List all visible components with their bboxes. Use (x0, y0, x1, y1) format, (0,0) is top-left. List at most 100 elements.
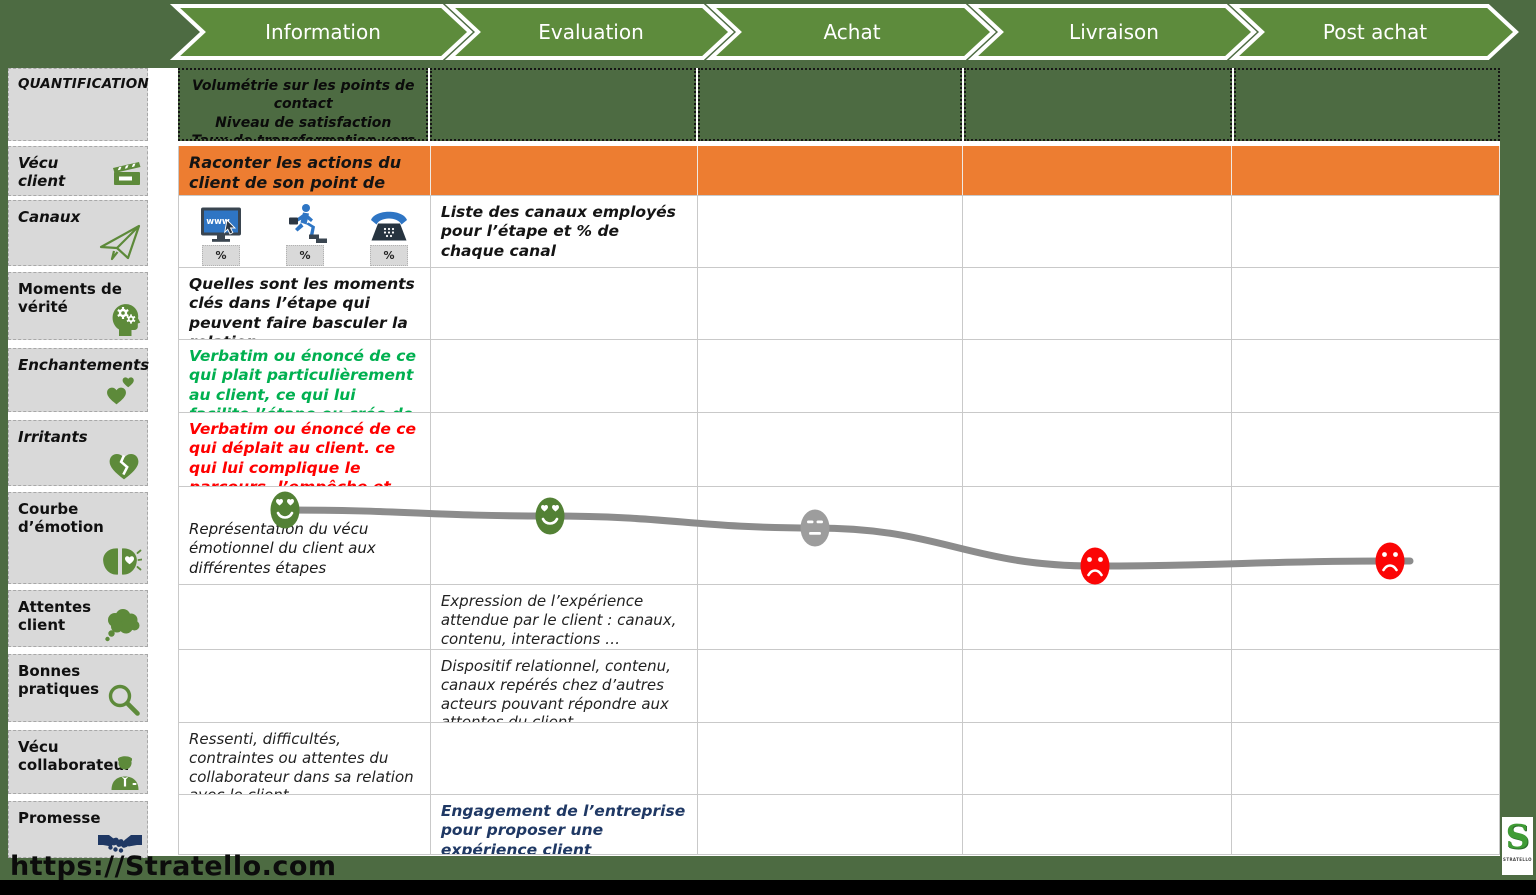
person-tie-icon (108, 754, 142, 790)
bottom-black-bar (0, 880, 1536, 895)
sidebar-item-moments-de-verite: Moments de vérité (8, 272, 148, 340)
grid-row-bonnes-pratiques: Dispositif relationnel, contenu, canaux … (178, 650, 1500, 723)
grid-cell (1232, 340, 1500, 412)
channel-web: www % (193, 203, 249, 266)
percent-box: % (370, 245, 408, 266)
attentes-note: Expression de l’expérience attendue par … (431, 585, 697, 649)
walking-person-icon (282, 203, 328, 243)
stratello-logo-caption: STRATELLO (1503, 856, 1532, 863)
irritants-note-cell: Verbatim ou énoncé de ce qui déplait au … (179, 413, 431, 486)
grid-cell (1232, 585, 1500, 649)
attentes-note-cell: Expression de l’expérience attendue par … (431, 585, 698, 649)
enchantements-note-cell: Verbatim ou énoncé de ce qui plait parti… (179, 340, 431, 412)
vecu-client-note-cell: Raconter les actions du client de son po… (179, 146, 431, 195)
sidebar-item-attentes-client: Attentes client (8, 590, 148, 647)
grid-cell (963, 487, 1232, 584)
grid-cell (698, 795, 964, 854)
vecu-collaborateur-note: Ressenti, difficultés, contraintes ou at… (179, 723, 430, 794)
grid-row-vecu-collaborateur: Ressenti, difficultés, contraintes ou at… (178, 723, 1500, 795)
grid-cell (698, 196, 964, 267)
channel-icons-cell: www % (179, 196, 431, 267)
grid-cell (698, 650, 964, 722)
channel-icons-group: www % (179, 196, 430, 266)
grid-cell (430, 68, 695, 141)
grid-cell (179, 795, 431, 854)
grid-cell (698, 487, 964, 584)
stage-label: Post achat (1323, 20, 1427, 44)
grid-cell (963, 650, 1232, 722)
stage-label: Achat (823, 20, 880, 44)
courbe-note-cell: Représentation du vécu émotionnel du cli… (179, 487, 431, 584)
grid-cell (1234, 68, 1500, 141)
sidebar-label: Irritants (18, 428, 88, 446)
sidebar-item-vecu-client: Vécu client (8, 146, 148, 196)
grid-cell (963, 196, 1232, 267)
sidebar-item-irritants: Irritants (8, 420, 148, 486)
grid-cell (698, 68, 962, 141)
grid-cell (1232, 795, 1500, 854)
vecu-collaborateur-note-cell: Ressenti, difficultés, contraintes ou at… (179, 723, 431, 794)
grid-cell (431, 146, 698, 195)
sidebar-item-canaux: Canaux (8, 200, 148, 266)
website-monitor-icon: www (198, 203, 244, 243)
channel-store: % (277, 203, 333, 266)
grid-cell (698, 268, 964, 339)
grid-cell (1232, 487, 1500, 584)
paper-plane-icon (98, 222, 142, 262)
moments-note: Quelles sont les moments clés dans l’éta… (179, 268, 430, 339)
journey-map-canvas: Information Evaluation Achat Livraison P… (0, 0, 1536, 895)
broken-heart-icon (108, 453, 142, 482)
sidebar-label: Enchantements (18, 356, 149, 374)
vecu-client-note: Raconter les actions du client de son po… (179, 146, 430, 195)
grid-cell (431, 340, 698, 412)
hearts-icon (106, 377, 142, 408)
grid-cell (698, 723, 964, 794)
grid-cell (179, 650, 431, 722)
channel-phone: % (361, 203, 417, 266)
moments-note-cell: Quelles sont les moments clés dans l’éta… (179, 268, 431, 339)
site-url: https://Stratello.com (10, 851, 337, 882)
sidebar-item-bonnes-pratiques: Bonnes pratiques (8, 654, 148, 722)
grid-cell (1232, 268, 1500, 339)
grid-cell (1232, 196, 1500, 267)
journey-grid: Volumétrie sur les points de contact Niv… (178, 68, 1500, 855)
bonnes-pratiques-note: Dispositif relationnel, contenu, canaux … (431, 650, 697, 722)
grid-cell (431, 487, 698, 584)
grid-cell (963, 723, 1232, 794)
grid-cell (963, 585, 1232, 649)
sidebar-label: Vécu client (18, 154, 65, 190)
canaux-note: Liste des canaux employés pour l’étape e… (431, 196, 697, 267)
quantification-note: Volumétrie sur les points de contact Niv… (180, 70, 426, 141)
grid-cell (179, 585, 431, 649)
irritants-note: Verbatim ou énoncé de ce qui déplait au … (179, 413, 430, 486)
clapperboard-icon (112, 161, 142, 187)
enchantements-note: Verbatim ou énoncé de ce qui plait parti… (179, 340, 430, 412)
sidebar-item-courbe-emotion: Courbe d’émotion (8, 492, 148, 584)
sidebar-item-promesse: Promesse (8, 801, 148, 858)
grid-cell (698, 340, 964, 412)
bonnes-pratiques-note-cell: Dispositif relationnel, contenu, canaux … (431, 650, 698, 722)
stage-label: Livraison (1069, 20, 1159, 44)
grid-cell (963, 340, 1232, 412)
sidebar-label: Bonnes pratiques (18, 662, 99, 698)
grid-row-vecu-client: Raconter les actions du client de son po… (178, 146, 1500, 196)
grid-cell (698, 413, 964, 486)
percent-box: % (202, 245, 240, 266)
grid-row-attentes-client: Expression de l’expérience attendue par … (178, 585, 1500, 650)
canaux-note-cell: Liste des canaux employés pour l’étape e… (431, 196, 698, 267)
sidebar-item-vecu-collaborateur: Vécu collaborateur (8, 730, 148, 794)
grid-cell (698, 146, 964, 195)
promesse-note-cell: Engagement de l’entreprise pour proposer… (431, 795, 698, 854)
grid-cell (1232, 413, 1500, 486)
sidebar-item-enchantements: Enchantements (8, 348, 148, 412)
sidebar-label: Attentes client (18, 598, 91, 634)
sidebar-label: Promesse (18, 809, 101, 827)
sidebar-label: Moments de vérité (18, 280, 122, 316)
grid-cell (431, 268, 698, 339)
grid-cell (431, 723, 698, 794)
stage-label: Information (265, 20, 381, 44)
thought-cloud-icon (102, 607, 142, 643)
grid-cell (698, 585, 964, 649)
stratello-logo-letter: S (1506, 818, 1530, 856)
stage-label: Evaluation (538, 20, 644, 44)
